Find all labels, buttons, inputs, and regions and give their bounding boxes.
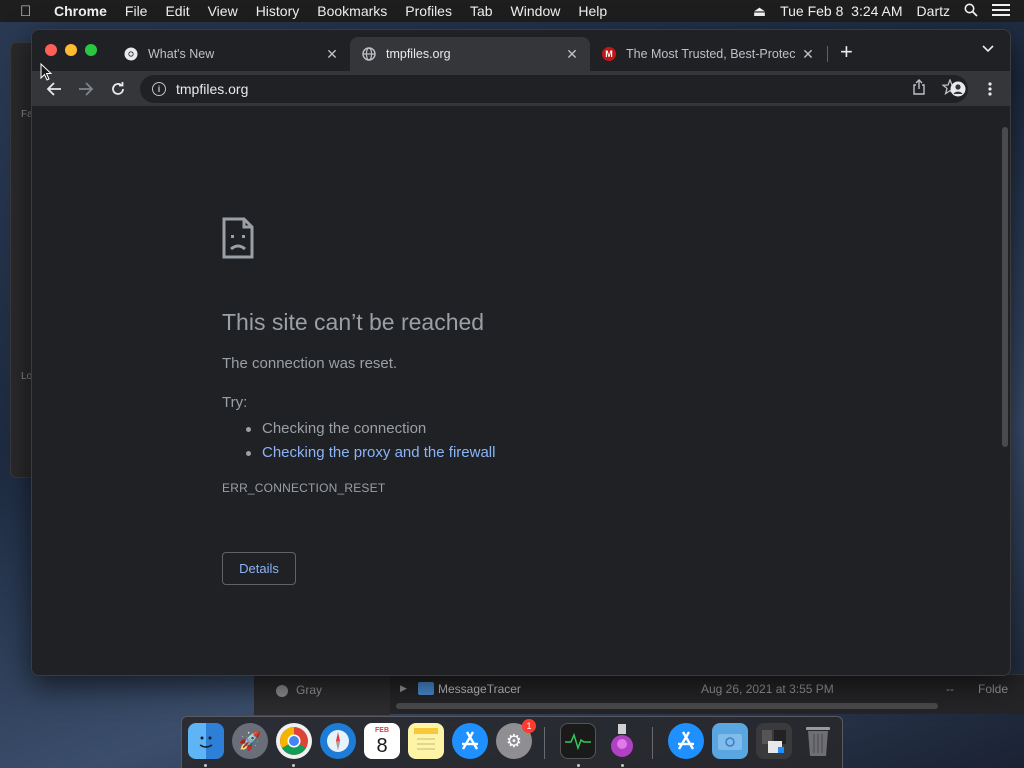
macos-dock: 🚀 FEB 8 ⚙ 1 — [181, 716, 843, 768]
tab-tmpfiles[interactable]: tmpfiles.org ✕ — [350, 37, 590, 71]
page-content: This site can’t be reached The connectio… — [32, 107, 1010, 675]
chrome-icon[interactable] — [276, 723, 312, 759]
profile-avatar-icon[interactable] — [946, 77, 970, 101]
calendar-icon[interactable]: FEB 8 — [364, 723, 400, 759]
running-indicator — [621, 764, 624, 767]
site-info-icon[interactable]: i — [152, 82, 166, 96]
menu-file[interactable]: File — [125, 3, 148, 19]
finder-horizontal-scrollbar[interactable] — [396, 703, 938, 709]
suggestion-proxy-firewall-link[interactable]: Checking the proxy and the firewall — [262, 444, 495, 461]
folder-icon — [418, 682, 434, 695]
running-indicator — [292, 764, 295, 767]
activity-monitor-icon[interactable] — [560, 723, 596, 759]
finder-icon[interactable] — [188, 723, 224, 759]
menubar-user[interactable]: Dartz — [917, 3, 950, 19]
menu-profiles[interactable]: Profiles — [405, 3, 452, 19]
tab-title: What's New — [148, 47, 215, 61]
minimize-window-button[interactable] — [65, 44, 77, 56]
menu-help[interactable]: Help — [578, 3, 607, 19]
suggestion-item: Checking the proxy and the firewall — [246, 441, 495, 465]
details-button[interactable]: Details — [222, 552, 296, 585]
finder-tag-gray[interactable]: Gray — [296, 683, 322, 697]
menu-view[interactable]: View — [208, 3, 238, 19]
try-label: Try: — [222, 394, 248, 411]
calendar-day: 8 — [376, 734, 388, 757]
background-finder-list: Gray ▶ MessageTracer Aug 26, 2021 at 3:5… — [254, 674, 1024, 715]
forward-arrow-icon[interactable] — [74, 77, 98, 101]
gray-tag-icon — [276, 685, 288, 697]
address-bar-url[interactable]: tmpfiles.org — [176, 81, 248, 97]
new-tab-plus-icon[interactable]: + — [840, 40, 853, 64]
browser-toolbar: i tmpfiles.org — [32, 71, 1010, 107]
dock-divider — [544, 727, 545, 759]
spotlight-search-icon[interactable] — [964, 3, 978, 20]
running-indicator — [577, 764, 580, 767]
tab-separator — [827, 46, 828, 62]
finder-sidebar: Gray — [254, 675, 390, 715]
chrome-window: What's New ✕ tmpfiles.org ✕ M The Most T… — [31, 29, 1011, 676]
menu-edit[interactable]: Edit — [165, 3, 189, 19]
close-window-button[interactable] — [45, 44, 57, 56]
suggestion-item: Checking the connection — [246, 417, 495, 441]
safari-compass-icon[interactable] — [320, 723, 356, 759]
suggestion-check-connection: Checking the connection — [262, 420, 427, 437]
tab-title: tmpfiles.org — [386, 47, 451, 61]
app-store-icon[interactable] — [452, 723, 488, 759]
control-center-icon[interactable] — [992, 3, 1010, 20]
menubar-status-area: ⏏ Tue Feb 8 3:24 AM Dartz — [753, 0, 1010, 22]
installer-icon[interactable] — [604, 723, 640, 759]
chrome-icon — [124, 47, 138, 61]
document-stack-icon[interactable] — [756, 723, 792, 759]
dock-divider — [652, 727, 653, 759]
tab-whats-new[interactable]: What's New ✕ — [112, 37, 350, 71]
notification-badge: 1 — [522, 719, 536, 733]
finder-row-name[interactable]: MessageTracer — [438, 682, 521, 696]
eject-icon[interactable]: ⏏ — [753, 3, 766, 20]
finder-row-size: -- — [946, 682, 954, 696]
tab-close-icon[interactable]: ✕ — [324, 46, 340, 63]
sad-page-icon — [222, 217, 254, 259]
mcafee-icon: M — [602, 47, 616, 61]
app-store-download-icon[interactable] — [668, 723, 704, 759]
tab-title: The Most Trusted, Best-Protec — [626, 47, 796, 61]
error-code: ERR_CONNECTION_RESET — [222, 481, 386, 495]
finder-row-date: Aug 26, 2021 at 3:55 PM — [701, 682, 834, 696]
page-scrollbar[interactable] — [998, 107, 1010, 675]
menu-window[interactable]: Window — [511, 3, 561, 19]
notes-icon[interactable] — [408, 723, 444, 759]
tab-close-icon[interactable]: ✕ — [800, 46, 816, 63]
tab-strip: What's New ✕ tmpfiles.org ✕ M The Most T… — [32, 30, 1010, 71]
tab-search-chevron-icon[interactable] — [982, 42, 994, 56]
tab-close-icon[interactable]: ✕ — [564, 46, 580, 63]
trash-icon[interactable] — [800, 723, 836, 759]
disclosure-triangle-icon[interactable]: ▶ — [400, 683, 407, 694]
suggestion-list: Checking the connection Checking the pro… — [246, 417, 495, 465]
system-preferences-gear-icon[interactable]: ⚙ 1 — [496, 719, 536, 759]
calendar-month: FEB — [375, 726, 389, 734]
downloads-folder-icon[interactable] — [712, 723, 748, 759]
reload-icon[interactable] — [106, 77, 130, 101]
menubar-datetime[interactable]: Tue Feb 8 3:24 AM — [780, 3, 902, 19]
launchpad-rocket-icon[interactable]: 🚀 — [232, 723, 268, 759]
share-icon[interactable] — [912, 79, 926, 98]
apple-menu-icon[interactable]:  — [20, 3, 36, 20]
error-title: This site can’t be reached — [222, 309, 485, 335]
error-subtitle: The connection was reset. — [222, 355, 398, 372]
mouse-cursor-icon — [40, 62, 53, 86]
chrome-menu-kebab-icon[interactable] — [978, 77, 1002, 101]
running-indicator — [204, 764, 207, 767]
macos-menu-bar:  Chrome File Edit View History Bookmark… — [0, 0, 1024, 22]
menu-tab[interactable]: Tab — [470, 3, 493, 19]
address-bar[interactable]: i tmpfiles.org — [140, 75, 968, 103]
zoom-window-button[interactable] — [85, 44, 97, 56]
globe-icon — [362, 47, 376, 61]
page-scrollbar-thumb[interactable] — [1002, 127, 1008, 447]
finder-row-kind: Folde — [978, 682, 1009, 696]
menu-bookmarks[interactable]: Bookmarks — [317, 3, 387, 19]
tab-mcafee[interactable]: M The Most Trusted, Best-Protec ✕ — [590, 37, 826, 71]
menu-app-name[interactable]: Chrome — [54, 3, 107, 19]
menu-history[interactable]: History — [256, 3, 300, 19]
